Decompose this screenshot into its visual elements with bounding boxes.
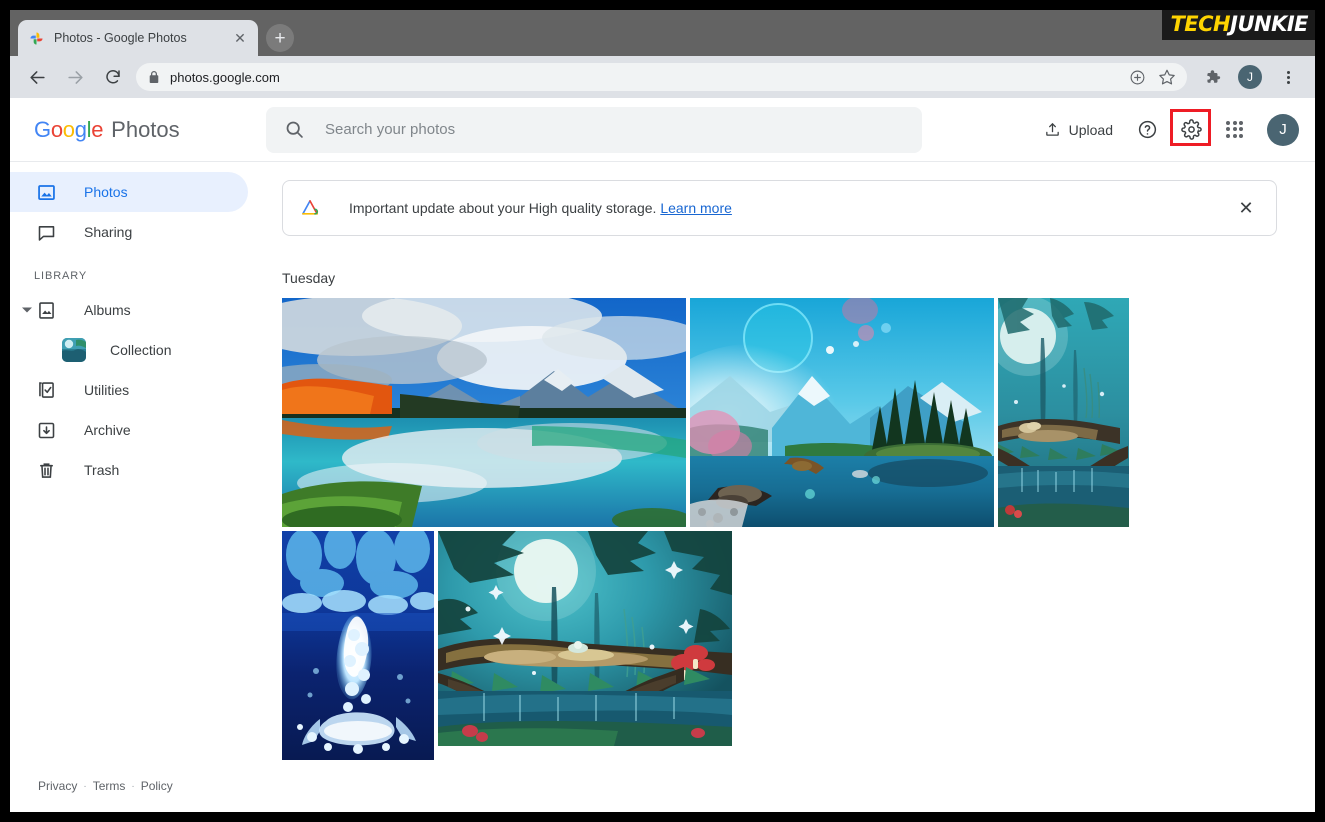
sidebar: Photos Sharing LIBRARY Al	[10, 162, 266, 811]
google-wordmark: Google	[34, 117, 103, 143]
sidebar-footer: Privacy · Terms · Policy	[38, 779, 173, 793]
google-photos-page: Google Photos Search your photos Upload	[10, 98, 1315, 812]
sidebar-label-trash: Trash	[84, 462, 119, 478]
collection-thumbnail	[62, 338, 86, 362]
learn-more-link[interactable]: Learn more	[660, 200, 732, 216]
sidebar-item-photos[interactable]: Photos	[10, 172, 248, 212]
albums-icon	[34, 300, 58, 321]
sidebar-section-library: LIBRARY	[10, 252, 266, 290]
address-bar-actions	[1119, 65, 1179, 89]
help-icon	[1137, 119, 1158, 140]
photo-group-date: Tuesday	[282, 270, 1277, 286]
profile-avatar[interactable]: J	[1236, 63, 1264, 91]
product-name: Photos	[111, 117, 180, 143]
close-banner-icon[interactable]: ✕	[1234, 196, 1258, 220]
upload-icon	[1044, 121, 1061, 138]
menu-dots	[1278, 67, 1298, 87]
close-tab-icon[interactable]: ✕	[232, 30, 248, 46]
sidebar-item-utilities[interactable]: Utilities	[10, 370, 248, 410]
trash-bin-icon	[34, 460, 58, 481]
upload-label: Upload	[1069, 122, 1113, 138]
sidebar-label-archive: Archive	[84, 422, 131, 438]
google-apps-grid-icon	[1226, 121, 1244, 139]
sidebar-item-archive[interactable]: Archive	[10, 410, 248, 450]
google-photos-logo[interactable]: Google Photos	[34, 117, 266, 143]
puzzle-piece-icon[interactable]	[1198, 63, 1226, 91]
back-arrow-icon[interactable]	[23, 63, 51, 91]
sidebar-label-albums: Albums	[84, 302, 131, 318]
footer-separator-2: ·	[131, 781, 134, 792]
three-dot-menu-icon[interactable]	[1274, 63, 1302, 91]
sidebar-item-collection[interactable]: Collection	[10, 330, 266, 370]
photo-thumbnail-autumn-lake-mountains[interactable]	[282, 298, 686, 527]
techjunkie-watermark: TECHJUNKIE	[1162, 10, 1315, 40]
screenshot-root: Photos - Google Photos ✕ + TECHJUNKIE	[0, 0, 1325, 822]
sidebar-label-utilities: Utilities	[84, 382, 129, 398]
browser-tab[interactable]: Photos - Google Photos ✕	[18, 20, 258, 56]
photo-grid	[282, 298, 1277, 760]
sidebar-item-sharing[interactable]: Sharing	[10, 212, 248, 252]
google-photos-favicon-icon	[28, 30, 45, 47]
photo-thumbnail-blue-water-splash[interactable]	[282, 531, 434, 760]
page-body: Photos Sharing LIBRARY Al	[10, 162, 1315, 811]
install-app-icon[interactable]	[1125, 65, 1149, 89]
photo-thumbnail-moonlit-forest-log-large[interactable]	[438, 531, 732, 746]
sidebar-label-collection: Collection	[110, 342, 171, 358]
storage-notice-banner: Important update about your High quality…	[282, 180, 1277, 236]
settings-highlight-box	[1170, 109, 1211, 146]
browser-window: Photos - Google Photos ✕ + TECHJUNKIE	[10, 10, 1315, 812]
sidebar-label-sharing: Sharing	[84, 224, 132, 240]
google-apps-button[interactable]	[1215, 110, 1255, 150]
sidebar-item-albums[interactable]: Albums	[10, 290, 248, 330]
new-tab-button[interactable]: +	[266, 24, 294, 52]
browser-tab-strip: Photos - Google Photos ✕ + TECHJUNKIE	[10, 10, 1315, 56]
chevron-down-icon[interactable]	[22, 308, 32, 313]
photo-icon	[34, 182, 58, 203]
search-input[interactable]: Search your photos	[266, 107, 922, 153]
account-avatar[interactable]: J	[1267, 114, 1299, 146]
privacy-link[interactable]: Privacy	[38, 779, 77, 793]
policy-link[interactable]: Policy	[141, 779, 173, 793]
sidebar-item-trash[interactable]: Trash	[10, 450, 248, 490]
upload-button[interactable]: Upload	[1034, 115, 1123, 144]
browser-tab-title: Photos - Google Photos	[54, 31, 232, 45]
star-icon[interactable]	[1155, 65, 1179, 89]
settings-button[interactable]	[1171, 110, 1211, 150]
help-button[interactable]	[1127, 110, 1167, 150]
footer-separator-1: ·	[83, 781, 86, 792]
search-icon	[284, 119, 305, 140]
reload-icon[interactable]	[99, 63, 127, 91]
browser-toolbar: photos.google.com J	[10, 56, 1315, 98]
sidebar-label-photos: Photos	[84, 184, 128, 200]
watermark-junkie: JUNKIE	[1230, 12, 1308, 36]
archive-box-icon	[34, 420, 58, 441]
address-bar-url: photos.google.com	[170, 70, 1119, 85]
address-bar[interactable]: photos.google.com	[136, 63, 1187, 91]
forward-arrow-icon	[61, 63, 89, 91]
photo-thumbnail-fantasy-island-lake[interactable]	[690, 298, 994, 527]
chat-bubble-icon	[34, 222, 58, 243]
google-drive-cloud-icon	[299, 198, 321, 218]
banner-message-text: Important update about your High quality…	[349, 200, 656, 216]
lock-icon	[148, 70, 160, 84]
profile-initial: J	[1238, 65, 1262, 89]
watermark-tech: TECH	[1170, 12, 1230, 36]
header-actions: Upload	[922, 110, 1299, 150]
search-placeholder: Search your photos	[325, 121, 455, 138]
photo-thumbnail-moonlit-forest-log-small[interactable]	[998, 298, 1129, 527]
app-header: Google Photos Search your photos Upload	[10, 98, 1315, 162]
banner-message: Important update about your High quality…	[349, 200, 1234, 216]
main-content: Important update about your High quality…	[266, 162, 1315, 811]
utilities-checkbox-icon	[34, 380, 58, 401]
terms-link[interactable]: Terms	[93, 779, 126, 793]
